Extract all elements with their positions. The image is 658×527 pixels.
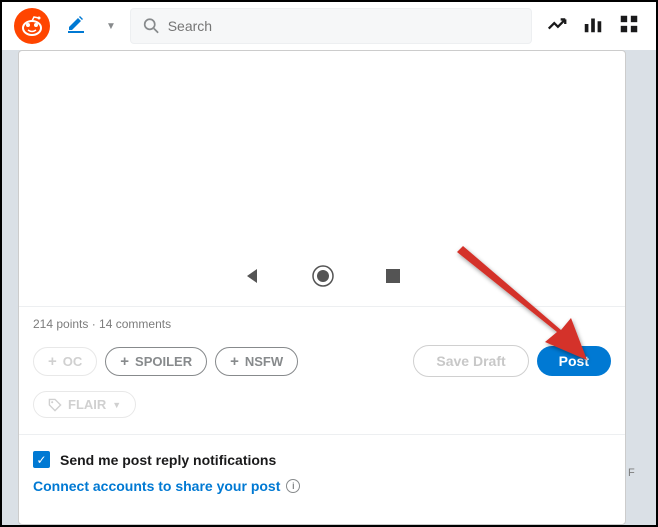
info-icon: i [286,479,300,493]
search-bar[interactable] [130,8,532,44]
grid-icon[interactable] [618,13,640,40]
flair-row: FLAIR ▼ [19,387,625,434]
record-icon[interactable] [312,265,334,292]
tag-icon [48,398,62,412]
search-input[interactable] [168,18,519,34]
save-draft-button[interactable]: Save Draft [413,345,528,377]
tag-spoiler[interactable]: + SPOILER [105,347,207,376]
stop-icon[interactable] [384,267,402,290]
chevron-down-icon[interactable]: ▼ [102,21,120,32]
trending-icon[interactable] [546,13,568,40]
tag-nsfw[interactable]: + NSFW [215,347,298,376]
tag-flair: FLAIR ▼ [33,391,136,418]
reply-notification-label: Send me post reply notifications [60,452,276,468]
notification-section: ✓ Send me post reply notifications Conne… [19,434,625,524]
tag-label: NSFW [245,354,283,369]
tag-label: FLAIR [68,397,106,412]
side-char: F [628,467,635,479]
tag-oc: + OC [33,347,97,376]
reply-notification-row: ✓ Send me post reply notifications [33,451,611,468]
header-icons [542,13,644,40]
connect-accounts-label: Connect accounts to share your post [33,478,280,494]
play-back-icon[interactable] [242,266,262,291]
search-icon [143,17,160,35]
media-controls [242,265,402,292]
media-preview [19,51,625,307]
stats-icon[interactable] [582,13,604,40]
tag-label: OC [63,354,83,369]
post-button[interactable]: Post [537,346,611,376]
connect-accounts-link[interactable]: Connect accounts to share your post i [33,478,611,494]
post-stats: 214 points · 14 comments [19,307,625,341]
chevron-down-icon: ▼ [112,400,121,410]
plus-icon: + [230,353,239,370]
reply-notification-checkbox[interactable]: ✓ [33,451,50,468]
header: ▼ [2,2,656,50]
post-card: 214 points · 14 comments + OC + SPOILER … [18,50,626,525]
side-strip: F [626,50,640,525]
tag-label: SPOILER [135,354,192,369]
content-area: 214 points · 14 comments + OC + SPOILER … [2,50,656,525]
edit-icon[interactable] [60,13,92,39]
plus-icon: + [120,353,129,370]
plus-icon: + [48,353,57,370]
reddit-logo[interactable] [14,8,50,44]
tag-row: + OC + SPOILER + NSFW Save Draft Post [19,341,625,387]
